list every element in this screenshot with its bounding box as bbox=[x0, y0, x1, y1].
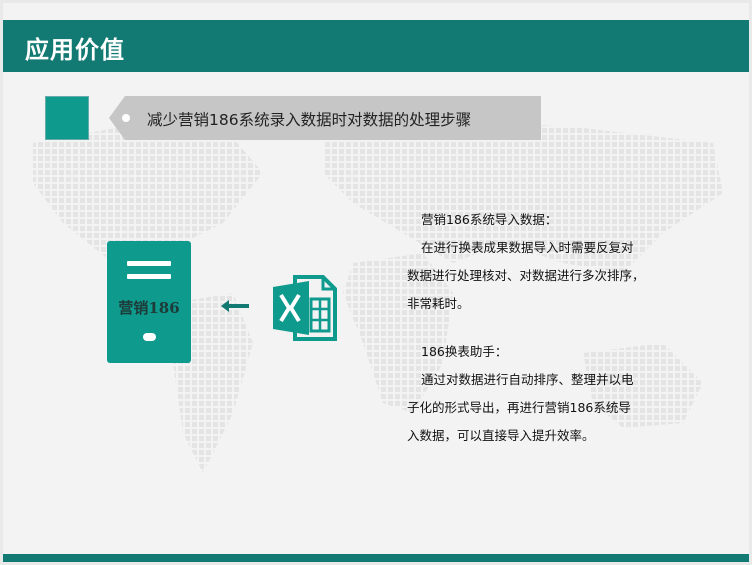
section2-line1: 通过对数据进行自动排序、整理并以电 bbox=[421, 372, 634, 387]
server-icon: 营销186 bbox=[107, 241, 191, 363]
section1-heading: 营销186系统导入数据： bbox=[421, 212, 558, 227]
section1-line3: 非常耗时。 bbox=[407, 296, 470, 311]
server-bar-top bbox=[127, 261, 171, 266]
subtitle-banner: 减少营销186系统录入数据时对数据的处理步骤 bbox=[109, 96, 541, 140]
description-block: 营销186系统导入数据： 在进行换表成果数据导入时需要反复对 数据进行处理核对、… bbox=[407, 206, 697, 450]
excel-file-icon bbox=[273, 275, 337, 341]
device-label: 营销186 bbox=[118, 299, 180, 317]
section1-line1: 在进行换表成果数据导入时需要反复对 bbox=[421, 240, 634, 255]
server-light bbox=[143, 333, 156, 341]
section2-line3: 入数据，可以直接导入提升效率。 bbox=[407, 428, 595, 443]
section1-line2: 数据进行处理核对、对数据进行多次排序， bbox=[407, 268, 645, 283]
arrow-left-icon bbox=[221, 300, 249, 312]
subtitle-text: 减少营销186系统录入数据时对数据的处理步骤 bbox=[147, 111, 472, 129]
server-bar-bottom bbox=[127, 274, 171, 279]
page-title: 应用价值 bbox=[25, 36, 125, 64]
slide: 应用价值 减少营销186系统录入数据时对数据的处理步骤 营销186 营销186系… bbox=[3, 3, 749, 562]
section-marker bbox=[45, 96, 89, 140]
footer-bar bbox=[3, 554, 749, 562]
header-bar: 应用价值 bbox=[3, 20, 749, 72]
section2-heading: 186换表助手： bbox=[421, 344, 508, 359]
section2-line2: 子化的形式导出，再进行营销186系统导 bbox=[407, 400, 631, 415]
